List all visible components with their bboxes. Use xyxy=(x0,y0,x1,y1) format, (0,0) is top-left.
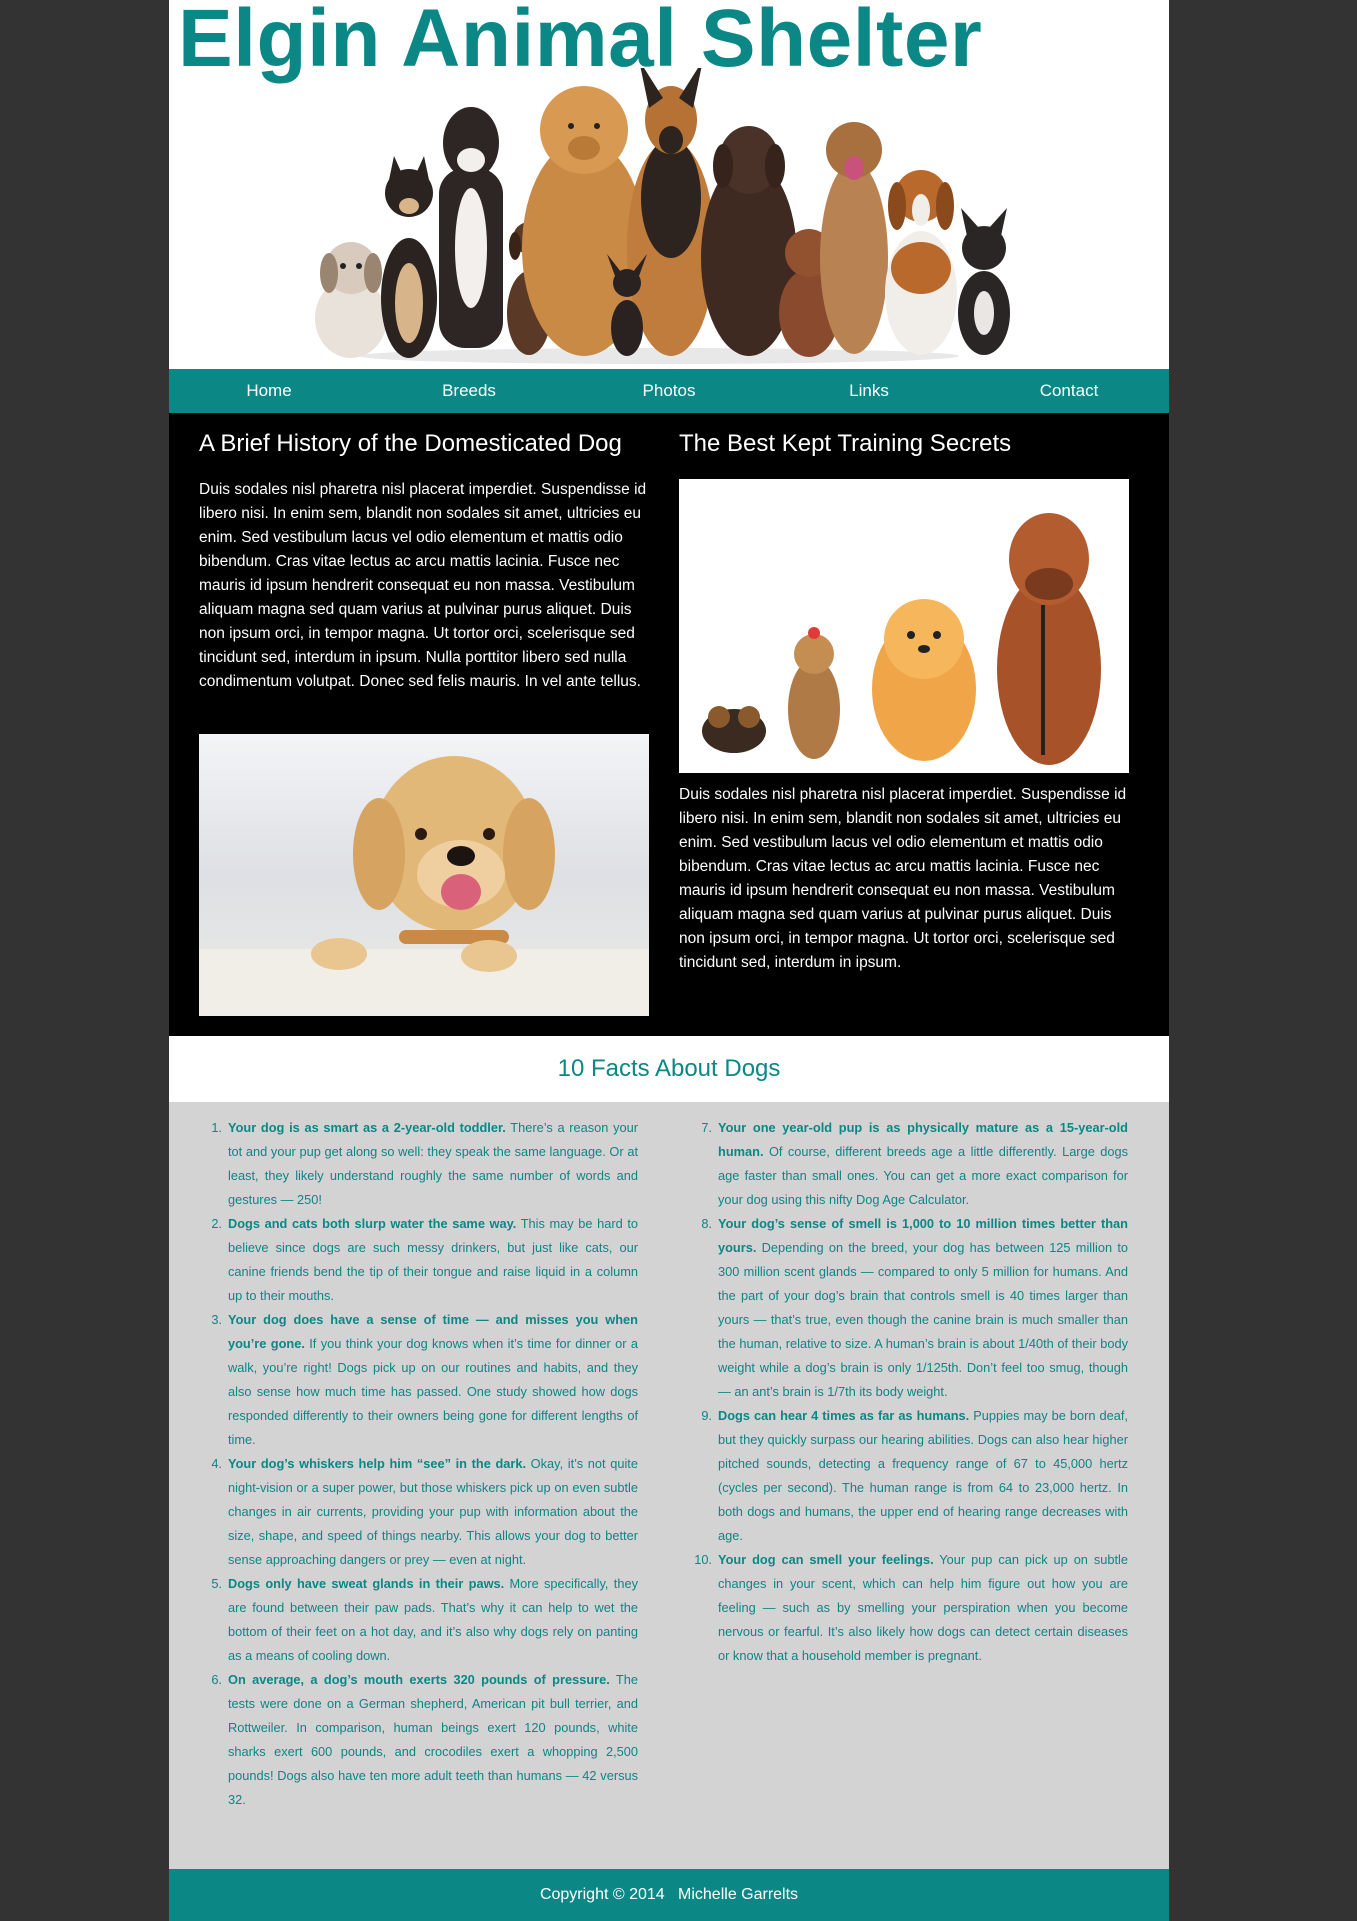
site-footer: Copyright © 2014 Michelle Garrelts xyxy=(169,1869,1169,1921)
dogs-by-size-photo xyxy=(679,479,1129,773)
facts-title: 10 Facts About Dogs xyxy=(557,1055,781,1082)
fact-lead: Your dog can smell your feelings. xyxy=(718,1552,934,1567)
history-heading: A Brief History of the Domesticated Dog xyxy=(199,430,622,457)
fact-item: 8. Your dog’s sense of smell is 1,000 to … xyxy=(701,1212,1128,1404)
fact-item: 10. Your dog can smell your feelings. You… xyxy=(694,1548,1128,1668)
fact-lead: Dogs and cats both slurp water the same … xyxy=(228,1216,517,1231)
fact-lead: Your dog is as smart as a 2-year-old tod… xyxy=(228,1120,506,1135)
fact-body: If you think your dog knows when it’s ti… xyxy=(228,1336,638,1447)
golden-puppy-photo xyxy=(199,734,649,1016)
fact-number: 5. xyxy=(211,1576,222,1591)
fact-lead: On average, a dog’s mouth exerts 320 pou… xyxy=(228,1672,610,1687)
fact-item: 2. Dogs and cats both slurp water the sam… xyxy=(211,1212,638,1308)
fact-item: 7. Your one year-old pup is as physically… xyxy=(701,1116,1128,1212)
fact-item: 6. On average, a dog’s mouth exerts 320 p… xyxy=(211,1668,638,1812)
fact-body: Puppies may be born deaf, but they quick… xyxy=(718,1408,1128,1543)
facts-section: 1. Your dog is as smart as a 2-year-old t… xyxy=(169,1102,1169,1869)
main-content: A Brief History of the Domesticated Dog … xyxy=(169,413,1169,1036)
page-container: Elgin Animal Shelter Home Breeds Photos … xyxy=(169,0,1169,1921)
fact-number: 1. xyxy=(211,1120,222,1135)
fact-item: 9. Dogs can hear 4 times as far as humans… xyxy=(701,1404,1128,1548)
fact-lead: Dogs can hear 4 times as far as humans. xyxy=(718,1408,970,1423)
facts-header: 10 Facts About Dogs xyxy=(169,1036,1169,1102)
facts-list-right: 7. Your one year-old pup is as physically… xyxy=(694,1116,1128,1668)
fact-number: 10. xyxy=(694,1552,712,1567)
nav-item-breeds[interactable]: Breeds xyxy=(369,369,569,413)
fact-lead: Dogs only have sweat glands in their paw… xyxy=(228,1576,505,1591)
training-heading: The Best Kept Training Secrets xyxy=(679,430,1012,457)
fact-body: Your pup can pick up on subtle changes i… xyxy=(718,1552,1128,1663)
fact-number: 4. xyxy=(211,1456,222,1471)
fact-item: 5. Dogs only have sweat glands in their p… xyxy=(211,1572,638,1668)
fact-body: Depending on the breed, your dog has bet… xyxy=(718,1240,1128,1399)
nav-item-photos[interactable]: Photos xyxy=(569,369,769,413)
fact-item: 4. Your dog’s whiskers help him “see” in … xyxy=(211,1452,638,1572)
nav-item-links[interactable]: Links xyxy=(769,369,969,413)
fact-lead: Your dog’s whiskers help him “see” in th… xyxy=(228,1456,527,1471)
fact-number: 9. xyxy=(701,1408,712,1423)
nav-item-contact[interactable]: Contact xyxy=(969,369,1169,413)
site-header: Elgin Animal Shelter xyxy=(169,0,1169,369)
fact-item: 1. Your dog is as smart as a 2-year-old t… xyxy=(211,1116,638,1212)
facts-list-left: 1. Your dog is as smart as a 2-year-old t… xyxy=(211,1116,638,1812)
fact-body: The tests were done on a German shepherd… xyxy=(228,1672,638,1807)
main-nav: Home Breeds Photos Links Contact xyxy=(169,369,1169,413)
nav-item-home[interactable]: Home xyxy=(169,369,369,413)
fact-number: 3. xyxy=(211,1312,222,1327)
fact-number: 2. xyxy=(211,1216,222,1231)
fact-number: 8. xyxy=(701,1216,712,1231)
fact-body: Okay, it’s not quite night-vision or a s… xyxy=(228,1456,638,1567)
group-of-dogs-banner xyxy=(315,68,1010,364)
fact-number: 7. xyxy=(701,1120,712,1135)
copyright-text: Copyright © 2014 Michelle Garrelts xyxy=(539,1886,799,1903)
history-text: Duis sodales nisl pharetra nisl placerat… xyxy=(199,481,647,690)
fact-item: 3. Your dog does have a sense of time — a… xyxy=(211,1308,638,1452)
fact-body: Of course, different breeds age a little… xyxy=(718,1144,1128,1207)
fact-number: 6. xyxy=(211,1672,222,1687)
training-text: Duis sodales nisl pharetra nisl placerat… xyxy=(679,786,1127,971)
